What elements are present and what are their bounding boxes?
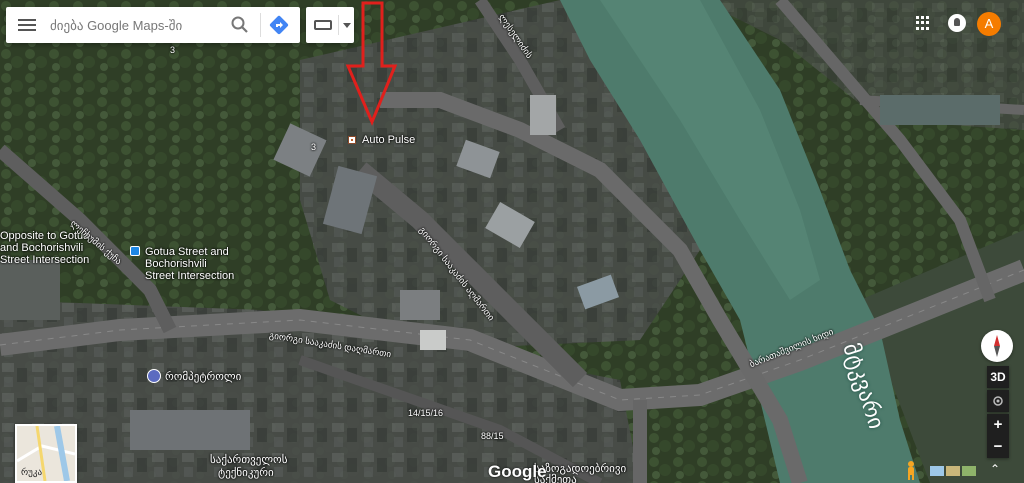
auto-pulse-label[interactable]: Auto Pulse (362, 134, 415, 146)
zoom-in-button[interactable]: + (987, 414, 1009, 436)
auto-pulse-marker[interactable] (348, 136, 356, 144)
search-input[interactable] (48, 13, 222, 37)
bus-stop-icon[interactable] (130, 246, 140, 256)
and-bochorishvili-label[interactable]: and Bochorishvili (0, 242, 83, 254)
bochorishvili-label[interactable]: Bochorishvili (145, 258, 207, 270)
imagery-thumbnails-icon[interactable] (930, 465, 976, 477)
keyboard-icon (314, 20, 332, 30)
compass-icon (994, 335, 1000, 357)
directions-icon[interactable] (268, 14, 290, 36)
address-88-label: 88/15 (481, 431, 504, 441)
building-number-label: 3 (311, 142, 317, 152)
chevron-down-icon (343, 23, 351, 28)
gotua-street-label[interactable]: Gotua Street and (145, 246, 229, 258)
rompetroli-label[interactable]: რომპეტროლი (165, 370, 241, 383)
notifications-icon[interactable] (948, 14, 966, 32)
satellite-map[interactable]: Auto Pulse Opposite to Gotua and Bochori… (0, 0, 1024, 483)
address-14-label: 14/15/16 (408, 408, 444, 418)
compass-button[interactable] (981, 330, 1013, 362)
google-logo: Google (488, 462, 547, 481)
search-box (6, 7, 300, 43)
expand-icon[interactable]: ⌃ (990, 462, 1004, 478)
zoom-controls: + − (987, 414, 1009, 458)
menu-icon[interactable] (16, 16, 38, 34)
pegman-icon[interactable] (903, 460, 919, 480)
map-type-toggle[interactable]: რუკა (15, 424, 77, 483)
bottom-place-label-1[interactable]: საქართველოს (210, 453, 287, 466)
minimap-label: რუკა (21, 467, 43, 477)
divider (338, 15, 339, 35)
gas-station-icon[interactable] (147, 369, 161, 383)
building-number-label: 3 (170, 45, 176, 55)
3d-toggle-button[interactable]: 3D (987, 366, 1009, 388)
apps-grid-icon[interactable] (916, 16, 930, 30)
search-icon[interactable] (230, 15, 250, 35)
divider (260, 13, 261, 37)
my-location-icon (993, 396, 1003, 406)
avatar[interactable]: A (977, 12, 1001, 36)
input-tools-button[interactable] (306, 7, 354, 43)
location-button[interactable] (987, 390, 1009, 412)
zoom-out-button[interactable]: − (987, 436, 1009, 458)
bottom-place-label-2[interactable]: ტექნიკური (218, 466, 274, 479)
street-intersection-label[interactable]: Street Intersection (145, 270, 234, 282)
street-intersection-left-label[interactable]: Street Intersection (0, 254, 89, 266)
